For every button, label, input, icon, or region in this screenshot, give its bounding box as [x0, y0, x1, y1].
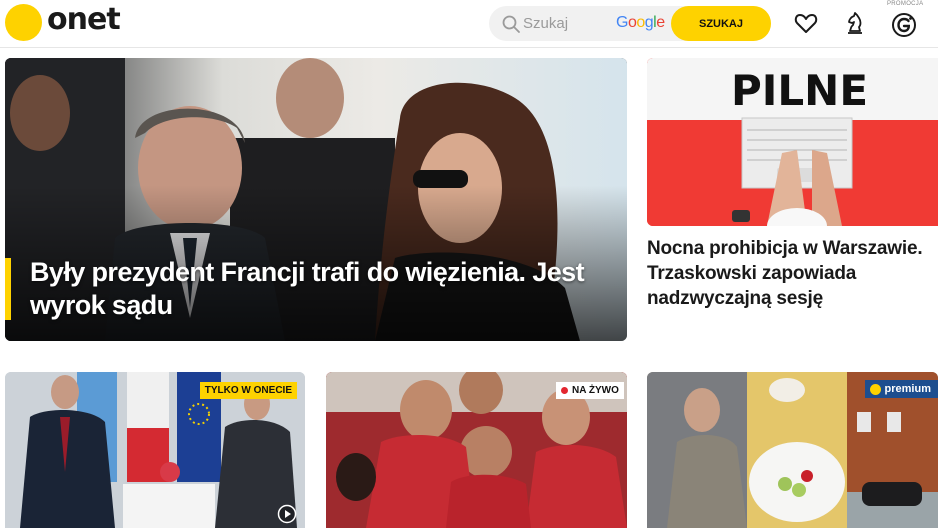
search-icon [502, 15, 520, 33]
horse-chess-icon[interactable] [842, 10, 868, 36]
live-dot-icon [561, 387, 568, 394]
premium-badge-label: premium [884, 383, 931, 395]
onet-logo[interactable]: onet [5, 1, 121, 41]
hero-title[interactable]: Były prezydent Francji trafi do więzieni… [30, 256, 590, 322]
search-bar: Google SZUKAJ [489, 6, 771, 41]
story-card-volleyball[interactable]: NA ŻYWO [326, 372, 627, 528]
search-input[interactable] [523, 12, 603, 34]
story-card-premium[interactable]: premium [647, 372, 938, 528]
search-button[interactable]: SZUKAJ [671, 6, 771, 41]
exclusive-badge: TYLKO W ONECIE [199, 382, 297, 399]
live-badge: NA ŻYWO [556, 382, 624, 399]
promo-label: PROMOCJA [887, 1, 924, 7]
story-card-interview[interactable]: TYLKO W ONECIE [5, 372, 305, 528]
live-badge-label: NA ŻYWO [572, 385, 619, 396]
hero-story[interactable]: Były prezydent Francji trafi do więzieni… [5, 58, 627, 341]
hero-accent-bar [5, 258, 11, 320]
side-story-title[interactable]: Nocna prohibicja w Warszawie. Trzaskowsk… [647, 236, 932, 311]
premium-badge: premium [864, 380, 938, 398]
side-story-image[interactable]: PILNE [647, 58, 938, 226]
play-icon[interactable] [277, 504, 297, 524]
promo-g-icon[interactable] [891, 12, 917, 38]
top-header: onet Google SZUKAJ PROMOCJA [0, 0, 938, 48]
pilne-label: PILNE [731, 66, 869, 115]
google-label: Google [616, 14, 665, 31]
heart-icon[interactable] [793, 10, 819, 36]
premium-dot-icon [869, 383, 881, 395]
logo-dot [5, 4, 42, 41]
logo-text: onet [47, 1, 121, 37]
